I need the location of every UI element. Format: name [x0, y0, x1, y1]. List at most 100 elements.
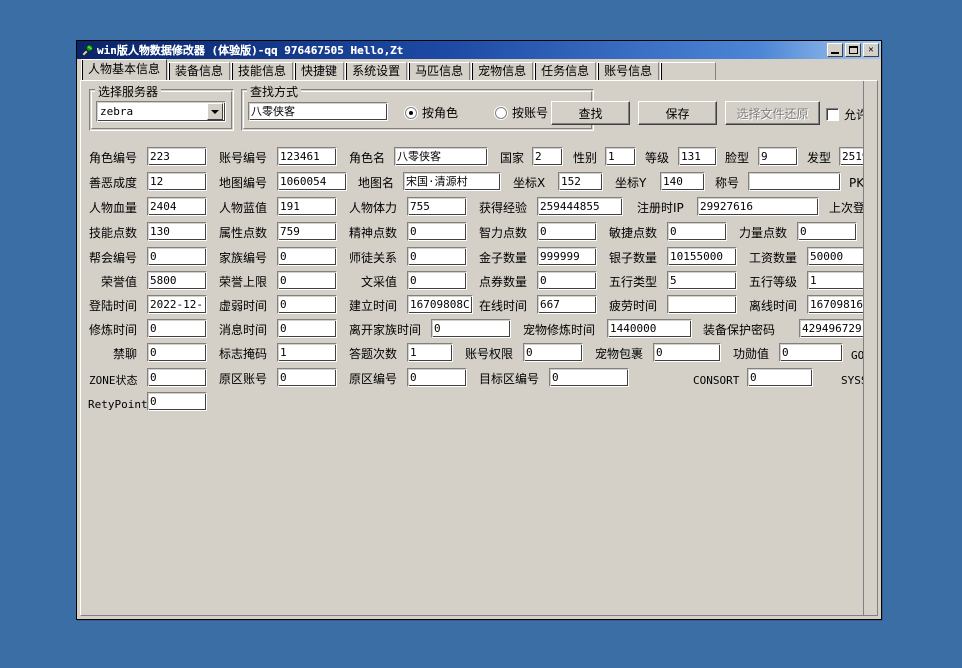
input-honor[interactable]: 5800: [147, 271, 207, 290]
maximize-button[interactable]: [845, 43, 861, 57]
input-coord-x[interactable]: 152: [558, 172, 603, 191]
label-level: 等级: [645, 151, 669, 166]
input-experience[interactable]: 259444855: [537, 197, 623, 216]
input-title[interactable]: [748, 172, 841, 191]
label-face-type: 脸型: [725, 151, 749, 166]
input-register-ip[interactable]: 29927616: [697, 197, 819, 216]
desktop-background: win版人物数据修改器 (体验版)-qq 976467505 Hello,Zt …: [0, 0, 962, 668]
title-bar[interactable]: win版人物数据修改器 (体验版)-qq 976467505 Hello,Zt …: [77, 41, 881, 59]
label-literary: 文采值: [361, 275, 397, 290]
input-pet-cultivation-time[interactable]: 1440000: [607, 319, 692, 338]
tab-account-info[interactable]: 账号信息: [597, 62, 659, 80]
input-guild-id[interactable]: 0: [147, 247, 207, 266]
allow-restore-checkbox-box: [826, 108, 839, 121]
input-target-zone-id[interactable]: 0: [549, 368, 629, 387]
tab-pet-info[interactable]: 宠物信息: [471, 62, 533, 80]
input-account-id[interactable]: 123461: [277, 147, 337, 166]
radio-by-account[interactable]: 按账号: [495, 104, 548, 121]
search-input[interactable]: 八零侠客: [248, 102, 388, 121]
input-map-id[interactable]: 1060054: [277, 172, 347, 191]
tab-system-settings[interactable]: 系统设置: [345, 62, 407, 80]
label-target-zone-id: 目标区编号: [479, 372, 539, 387]
label-merit: 功勋值: [733, 347, 769, 362]
input-strength-points[interactable]: 0: [797, 222, 857, 241]
label-coord-x: 坐标X: [513, 176, 545, 191]
find-button[interactable]: 查找: [551, 101, 630, 125]
input-equip-protect-password[interactable]: 429496729: [799, 319, 865, 338]
label-mute: 禁聊: [113, 347, 137, 362]
tab-blank[interactable]: [660, 62, 716, 80]
label-register-ip: 注册时IP: [637, 201, 684, 216]
label-account-id: 账号编号: [219, 151, 267, 166]
input-zone-status[interactable]: 0: [147, 368, 207, 387]
input-element-type[interactable]: 5: [667, 271, 737, 290]
input-online-time[interactable]: 667: [537, 295, 597, 314]
label-online-time: 在线时间: [479, 299, 527, 314]
input-fatigue-time[interactable]: [667, 295, 737, 314]
input-cultivation-time[interactable]: 0: [147, 319, 207, 338]
radio-by-role[interactable]: 按角色: [405, 104, 458, 121]
input-flag-mask[interactable]: 1: [277, 343, 337, 362]
input-merit[interactable]: 0: [779, 343, 843, 362]
input-mute[interactable]: 0: [147, 343, 207, 362]
input-create-time[interactable]: 16709808C: [407, 295, 473, 314]
input-origin-account[interactable]: 0: [277, 368, 337, 387]
input-master-apprentice[interactable]: 0: [407, 247, 467, 266]
input-consort[interactable]: 0: [747, 368, 813, 387]
label-intelligence-points: 智力点数: [479, 226, 527, 241]
label-strength-points: 力量点数: [739, 226, 787, 241]
close-button[interactable]: ✕: [863, 43, 879, 57]
select-file-restore-button[interactable]: 选择文件还原: [725, 101, 820, 125]
input-mp[interactable]: 191: [277, 197, 337, 216]
label-gender: 性别: [573, 151, 597, 166]
input-coord-y[interactable]: 140: [660, 172, 705, 191]
input-vouchers[interactable]: 0: [537, 271, 597, 290]
input-agility-points[interactable]: 0: [667, 222, 727, 241]
input-gender[interactable]: 1: [605, 147, 636, 166]
minimize-button[interactable]: [827, 43, 843, 57]
input-leave-family-time[interactable]: 0: [431, 319, 511, 338]
server-select[interactable]: zebra: [96, 101, 226, 122]
input-family-id[interactable]: 0: [277, 247, 337, 266]
input-weak-time[interactable]: 0: [277, 295, 337, 314]
input-quiz-count[interactable]: 1: [407, 343, 453, 362]
save-button[interactable]: 保存: [638, 101, 717, 125]
input-role-name[interactable]: 八零侠客: [394, 147, 488, 166]
label-login-time: 登陆时间: [89, 299, 137, 314]
input-face-type[interactable]: 9: [758, 147, 798, 166]
input-good-evil[interactable]: 12: [147, 172, 207, 191]
tab-quest-info[interactable]: 任务信息: [534, 62, 596, 80]
label-origin-account: 原区账号: [219, 372, 267, 387]
label-hair-type: 发型: [807, 151, 831, 166]
input-account-permission[interactable]: 0: [523, 343, 583, 362]
tab-equipment-info[interactable]: 装备信息: [168, 62, 230, 80]
input-stamina[interactable]: 755: [407, 197, 467, 216]
input-message-time[interactable]: 0: [277, 319, 337, 338]
input-retypoint[interactable]: 0: [147, 392, 207, 411]
input-login-time[interactable]: 2022-12-: [147, 295, 207, 314]
input-honor-cap[interactable]: 0: [277, 271, 337, 290]
input-country[interactable]: 2: [532, 147, 563, 166]
input-silver[interactable]: 10155000: [667, 247, 737, 266]
input-intelligence-points[interactable]: 0: [537, 222, 597, 241]
input-attribute-points[interactable]: 759: [277, 222, 337, 241]
input-hp[interactable]: 2404: [147, 197, 207, 216]
input-role-id[interactable]: 223: [147, 147, 207, 166]
chevron-down-icon[interactable]: [207, 103, 223, 120]
tab-hotkeys[interactable]: 快捷键: [294, 62, 344, 80]
input-map-name[interactable]: 宋国·清源村: [403, 172, 501, 191]
input-literary[interactable]: 0: [407, 271, 467, 290]
label-good-evil: 善恶成度: [89, 176, 137, 191]
input-skill-points[interactable]: 130: [147, 222, 207, 241]
input-pet-bag[interactable]: 0: [653, 343, 721, 362]
input-gold[interactable]: 999999: [537, 247, 597, 266]
label-create-time: 建立时间: [349, 299, 397, 314]
radio-by-account-label: 按账号: [512, 104, 548, 121]
input-level[interactable]: 131: [678, 147, 717, 166]
tab-horse-info[interactable]: 马匹信息: [408, 62, 470, 80]
tab-skill-info[interactable]: 技能信息: [231, 62, 293, 80]
label-consort: CONSORT: [693, 373, 739, 388]
input-spirit-points[interactable]: 0: [407, 222, 467, 241]
tab-character-basic-info[interactable]: 人物基本信息: [81, 59, 167, 80]
input-origin-zone-id[interactable]: 0: [407, 368, 467, 387]
